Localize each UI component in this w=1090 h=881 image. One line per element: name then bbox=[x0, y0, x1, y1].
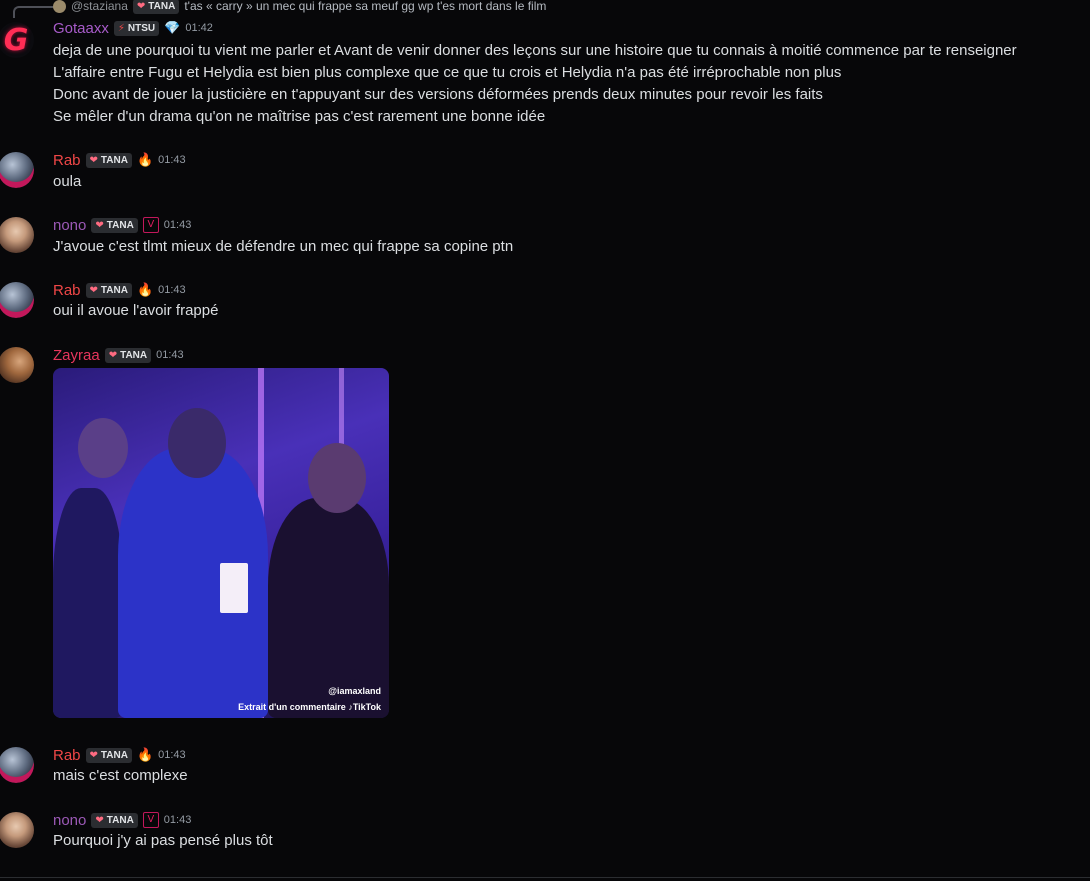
message-text-line: deja de une pourquoi tu vient me parler … bbox=[53, 42, 1017, 59]
valorant-icon[interactable]: V bbox=[142, 217, 159, 233]
avatar-glyph: G bbox=[3, 22, 29, 58]
video-caption: Extrait d'un commentaire bbox=[238, 702, 346, 712]
username[interactable]: Zayraa bbox=[53, 347, 100, 364]
server-tag[interactable]: ❤ TANA bbox=[91, 812, 138, 828]
video-brand: TikTok bbox=[352, 702, 381, 712]
server-tag[interactable]: ❤ TANA bbox=[104, 347, 152, 363]
reply-preview[interactable]: @staziana ❤ TANA t'as « carry » un mec qu… bbox=[53, 0, 546, 14]
bolt-icon: ⚡ bbox=[117, 22, 125, 34]
username[interactable]: Rab bbox=[53, 282, 81, 299]
avatar[interactable] bbox=[0, 282, 34, 318]
message-text: Pourquoi j'y ai pas pensé plus tôt bbox=[53, 832, 273, 849]
message-header: nono ❤ TANA V 01:43 bbox=[53, 810, 191, 830]
username[interactable]: Rab bbox=[53, 747, 81, 764]
flame-icon[interactable]: 🔥 bbox=[137, 152, 153, 168]
timestamp[interactable]: 01:43 bbox=[164, 814, 192, 826]
flame-icon[interactable]: 🔥 bbox=[137, 747, 153, 763]
message-text: oula bbox=[53, 173, 82, 190]
background-person bbox=[268, 498, 389, 718]
message-text-line: Donc avant de jouer la justicière en t'a… bbox=[53, 86, 823, 103]
timestamp[interactable]: 01:43 bbox=[164, 219, 192, 231]
server-tag[interactable]: ⚡ NTSU bbox=[113, 20, 160, 36]
heart-icon: ❤ bbox=[95, 219, 104, 231]
heart-icon: ❤ bbox=[89, 154, 98, 166]
message-text: mais c'est complexe bbox=[53, 767, 188, 784]
reply-username[interactable]: @staziana bbox=[71, 0, 128, 13]
avatar[interactable] bbox=[0, 812, 34, 848]
server-tag[interactable]: ❤ TANA bbox=[85, 282, 132, 298]
lanyard-badge bbox=[220, 563, 248, 613]
heart-icon: ❤ bbox=[89, 284, 98, 296]
video-attachment[interactable]: @iamaxland Extrait d'un commentaire ♪Tik… bbox=[53, 368, 389, 718]
flame-icon[interactable]: 🔥 bbox=[137, 282, 153, 298]
avatar[interactable] bbox=[0, 152, 34, 188]
gem-icon[interactable]: 💎 bbox=[164, 20, 180, 36]
video-watermark: Extrait d'un commentaire ♪TikTok bbox=[238, 702, 381, 712]
message-header: nono ❤ TANA V 01:43 bbox=[53, 215, 191, 235]
heart-icon: ❤ bbox=[136, 0, 146, 12]
username[interactable]: nono bbox=[53, 217, 86, 234]
reply-avatar[interactable] bbox=[53, 0, 66, 13]
timestamp[interactable]: 01:43 bbox=[156, 349, 184, 361]
message-text: J'avoue c'est tlmt mieux de défendre un … bbox=[53, 238, 514, 255]
timestamp[interactable]: 01:43 bbox=[158, 749, 186, 761]
message-text-line: L'affaire entre Fugu et Helydia est bien… bbox=[53, 64, 842, 81]
chat-bottom-divider bbox=[0, 877, 1090, 878]
timestamp[interactable]: 01:43 bbox=[158, 154, 186, 166]
background-person-head bbox=[308, 443, 366, 513]
server-tag[interactable]: ❤ TANA bbox=[91, 217, 138, 233]
main-person-head bbox=[168, 408, 226, 478]
heart-icon: ❤ bbox=[89, 749, 98, 761]
message-header: Gotaaxx ⚡ NTSU 💎 01:42 bbox=[53, 18, 213, 38]
avatar[interactable] bbox=[0, 747, 34, 783]
message-header: Zayraa ❤ TANA 01:43 bbox=[53, 345, 184, 365]
avatar[interactable] bbox=[0, 217, 34, 253]
message-header: Rab ❤ TANA 🔥 01:43 bbox=[53, 745, 186, 765]
background-person-head bbox=[78, 418, 128, 478]
server-tag[interactable]: ❤ TANA bbox=[85, 152, 132, 168]
heart-icon: ❤ bbox=[108, 349, 118, 361]
server-tag[interactable]: ❤ TANA bbox=[85, 747, 132, 763]
message-text-line: Se mêler d'un drama qu'on ne maîtrise pa… bbox=[53, 108, 546, 125]
timestamp[interactable]: 01:43 bbox=[158, 284, 186, 296]
username[interactable]: Gotaaxx bbox=[53, 20, 109, 37]
username[interactable]: nono bbox=[53, 812, 86, 829]
timestamp[interactable]: 01:42 bbox=[185, 22, 213, 34]
reply-text[interactable]: t'as « carry » un mec qui frappe sa meuf… bbox=[184, 0, 546, 13]
background-person bbox=[53, 488, 123, 718]
message-text: oui il avoue l'avoir frappé bbox=[53, 302, 219, 319]
username[interactable]: Rab bbox=[53, 152, 81, 169]
avatar[interactable] bbox=[0, 347, 34, 383]
message-header: Rab ❤ TANA 🔥 01:43 bbox=[53, 280, 186, 300]
valorant-icon[interactable]: V bbox=[142, 812, 159, 828]
heart-icon: ❤ bbox=[95, 814, 104, 826]
avatar[interactable]: G bbox=[0, 22, 34, 58]
message-header: Rab ❤ TANA 🔥 01:43 bbox=[53, 150, 186, 170]
reply-badge[interactable]: ❤ TANA bbox=[132, 0, 180, 14]
video-handle: @iamaxland bbox=[328, 686, 381, 696]
